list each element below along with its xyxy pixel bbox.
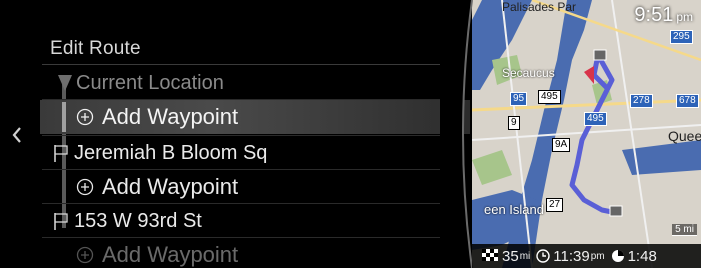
divider [42, 64, 462, 65]
add-circle-icon [74, 176, 96, 198]
clock-time: 9:51 [634, 4, 674, 26]
duration-icon [611, 250, 624, 262]
route-item-origin[interactable]: Current Location [42, 66, 462, 100]
route-item-label: Jeremiah B Bloom Sq [74, 141, 268, 164]
distance-value: 35 [502, 247, 519, 265]
page-title: Edit Route [50, 38, 141, 59]
add-waypoint-button[interactable]: Add Waypoint [42, 170, 462, 204]
clock: 9:51 pm [634, 4, 693, 27]
trip-status-bar: 35 mi 11:39 pm 1:48 [472, 244, 701, 268]
route-item-label: Current Location [76, 71, 224, 94]
route-item-waypoint[interactable]: Jeremiah B Bloom Sq [42, 136, 462, 170]
add-waypoint-button[interactable]: Add Waypoint [40, 100, 470, 134]
route-connector-highlight [62, 102, 66, 132]
clock-ampm: pm [676, 10, 693, 24]
eta-ampm: pm [590, 250, 605, 262]
panel-edge-arc [440, 0, 473, 268]
eta-value: 11:39 [553, 247, 590, 265]
highway-shield: 278 [630, 94, 653, 108]
route-item-label: Add Waypoint [102, 242, 239, 267]
chevron-left-icon [12, 127, 21, 143]
route-item-label: Add Waypoint [102, 104, 239, 129]
route-start-icon [54, 72, 76, 94]
navigation-screen: Edit Route Current Location Add Waypoint [0, 0, 701, 268]
highway-shield: 9A [552, 138, 571, 152]
distance-unit: mi [519, 250, 531, 262]
flag-icon [50, 142, 72, 164]
map-label-queens: Quee [668, 128, 701, 144]
duration-value: 1:48 [627, 247, 657, 265]
route-item-destination[interactable]: 153 W 93rd St [42, 204, 462, 238]
highway-shield: 27 [546, 198, 564, 212]
highway-shield: 678 [676, 94, 699, 108]
add-circle-icon [74, 106, 96, 128]
checkered-flag-icon [482, 249, 498, 261]
flag-icon [50, 210, 72, 232]
highway-shield: 295 [670, 30, 693, 44]
add-circle-icon [74, 244, 96, 266]
route-item-label: Add Waypoint [102, 174, 239, 199]
back-button[interactable] [6, 124, 28, 150]
edit-route-panel: Edit Route Current Location Add Waypoint [0, 0, 480, 268]
highway-shield: 495 [584, 112, 607, 126]
highway-shield: 495 [538, 90, 561, 104]
add-waypoint-button[interactable]: Add Waypoint [42, 238, 462, 268]
clock-icon [536, 249, 550, 263]
route-item-label: 153 W 93rd St [74, 209, 202, 232]
map-scale: 5 mi [672, 224, 697, 236]
